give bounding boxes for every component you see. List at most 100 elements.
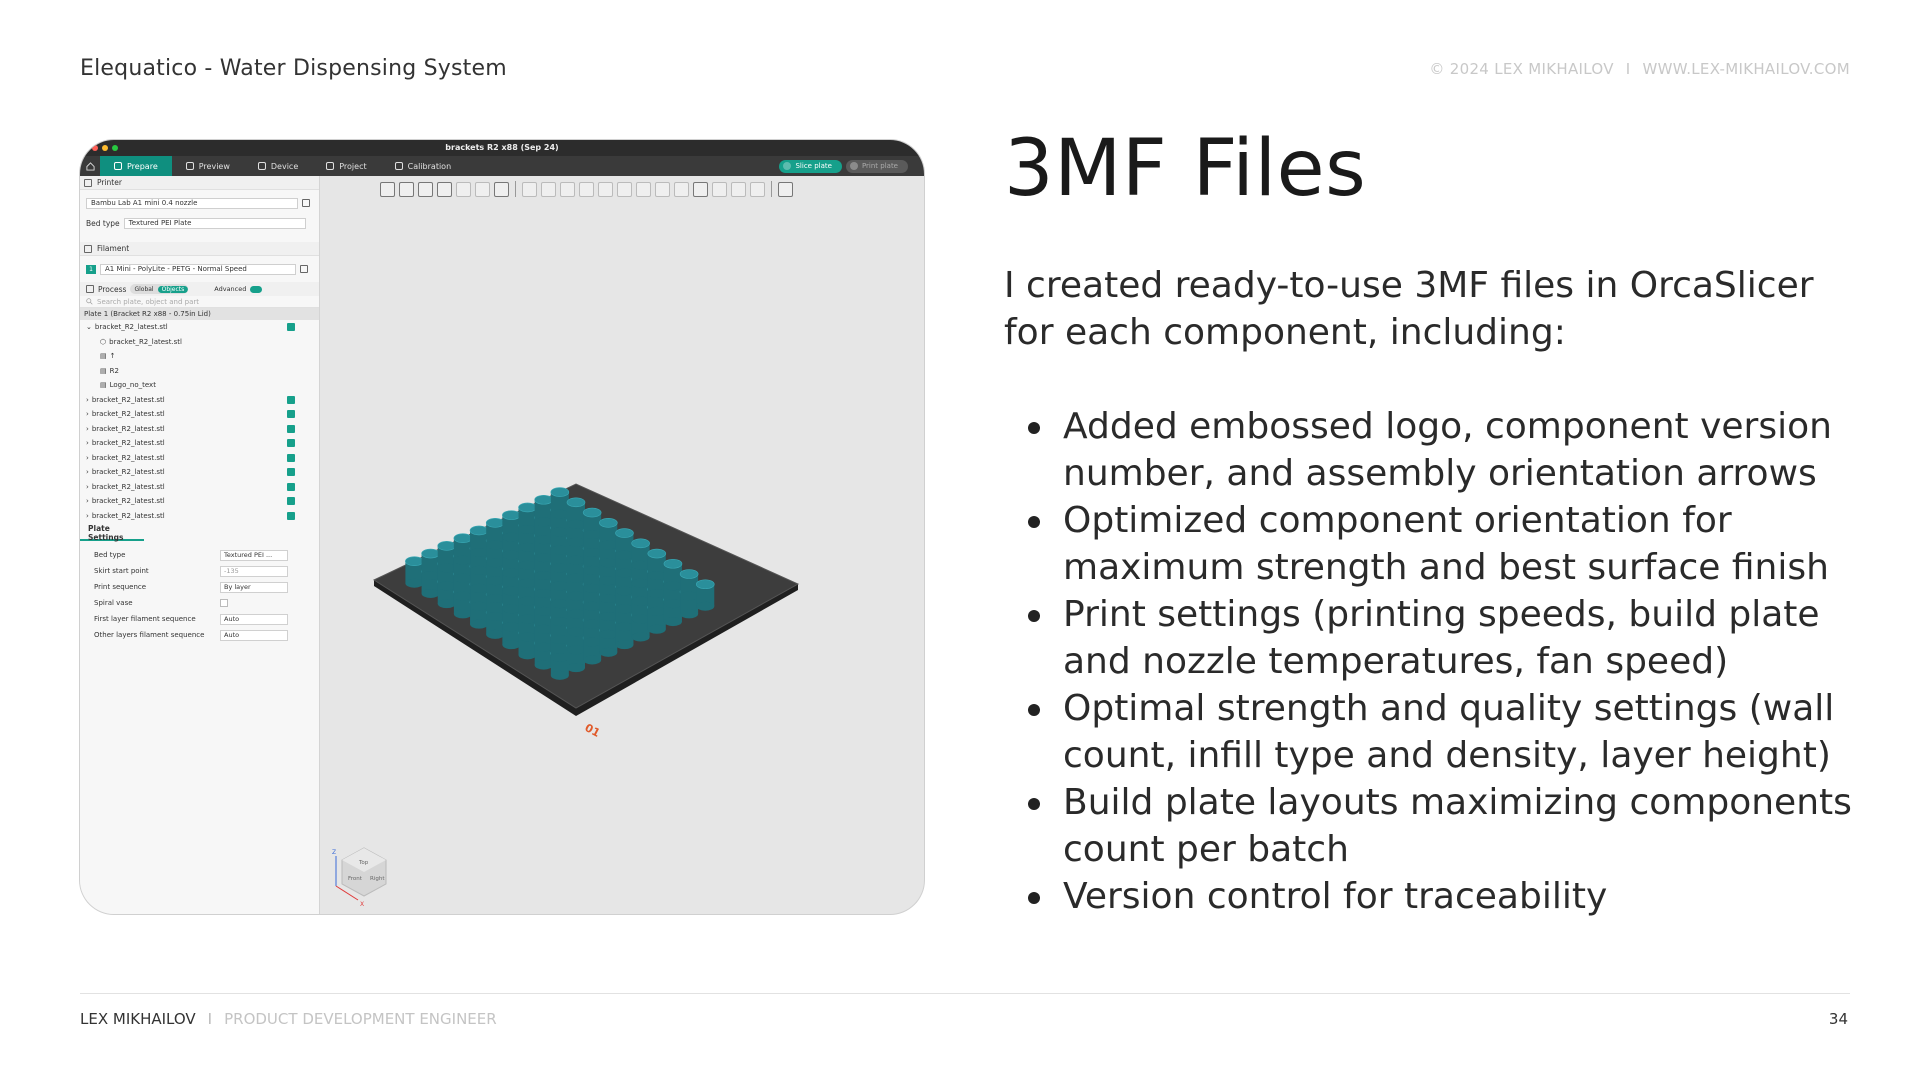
view-cube[interactable]: Top Front Right Z X (332, 847, 387, 908)
object-row[interactable]: › bracket_R2_latest.stl (80, 480, 319, 495)
chevron-right-icon[interactable]: › (86, 497, 89, 505)
measure-icon[interactable] (712, 181, 727, 197)
object-row[interactable]: ⌄ bracket_R2_latest.stl (80, 320, 319, 335)
object-row[interactable]: › bracket_R2_latest.stl (80, 393, 319, 408)
tab-project[interactable]: Project (312, 156, 380, 176)
add-cube-icon[interactable] (380, 181, 395, 197)
print-sequence-field[interactable]: By layer (220, 581, 288, 593)
object-checkbox[interactable] (287, 468, 295, 477)
part-base (518, 560, 537, 570)
3d-viewport[interactable]: 01 Top Front Right Z X (320, 176, 924, 914)
chevron-right-icon[interactable]: › (86, 512, 89, 520)
object-checkbox[interactable] (287, 453, 295, 462)
object-checkbox[interactable] (287, 410, 295, 419)
bed-type-select[interactable]: Textured PEI Plate (123, 217, 306, 229)
object-checkbox[interactable] (287, 395, 295, 404)
chevron-right-icon[interactable]: › (86, 439, 89, 447)
object-row[interactable]: › bracket_R2_latest.stl (80, 494, 319, 509)
first-layer-seq-field[interactable]: Auto (220, 613, 288, 625)
orient-icon[interactable] (418, 181, 433, 197)
move-icon[interactable] (522, 181, 537, 197)
object-row[interactable]: › bracket_R2_latest.stl (80, 422, 319, 437)
home-icon[interactable] (80, 161, 100, 171)
chevron-right-icon[interactable]: › (86, 425, 89, 433)
chevron-down-icon[interactable]: ⌄ (86, 323, 92, 331)
chevron-right-icon[interactable]: › (86, 396, 89, 404)
slice-plate-button[interactable]: Slice plate (779, 159, 842, 173)
emboss-icon[interactable] (750, 181, 765, 197)
object-row[interactable]: › bracket_R2_latest.stl (80, 465, 319, 480)
lay-on-face-icon[interactable] (579, 181, 594, 197)
tab-device[interactable]: Device (244, 156, 312, 176)
part-base (453, 609, 472, 619)
build-plate-scene[interactable]: 01 Top Front Right Z X (320, 176, 924, 914)
print-plate-button[interactable]: Print plate (845, 159, 908, 173)
chevron-down-icon[interactable] (783, 162, 792, 170)
fuzzy-skin-icon[interactable] (674, 181, 689, 197)
website-link[interactable]: WWW.LEX-MIKHAILOV.COM (1643, 60, 1850, 78)
plate-settings-tab[interactable]: Plate Settings (80, 524, 144, 542)
object-search[interactable]: Search plate, object and part (80, 296, 319, 308)
object-row[interactable]: › bracket_R2_latest.stl (80, 407, 319, 422)
object-row[interactable]: › bracket_R2_latest.stl (80, 509, 319, 524)
chevron-down-icon[interactable] (849, 162, 858, 170)
edit-icon[interactable] (300, 265, 308, 273)
close-window-icon[interactable] (92, 145, 98, 151)
cut-icon[interactable] (598, 181, 613, 197)
object-checkbox[interactable] (287, 497, 295, 506)
part-row[interactable]: ▤ ↑ (80, 349, 319, 364)
window-controls[interactable] (92, 145, 118, 151)
object-checkbox[interactable] (287, 424, 295, 433)
arrange-grid-icon[interactable] (399, 181, 414, 197)
object-row[interactable]: › bracket_R2_latest.stl (80, 451, 319, 466)
spiral-vase-checkbox[interactable] (220, 599, 228, 607)
bed-type-field[interactable]: Textured PEI ... (220, 549, 288, 561)
mesh-boolean-icon[interactable] (617, 181, 632, 197)
split-parts-icon[interactable] (475, 181, 490, 197)
tab-preview[interactable]: Preview (172, 156, 244, 176)
support-paint-icon[interactable] (636, 181, 651, 197)
filament-select[interactable]: A1 Mini - PolyLite - PETG - Normal Speed (100, 263, 296, 275)
seam-paint-icon[interactable] (655, 181, 670, 197)
rotate-icon[interactable] (541, 181, 556, 197)
part-row[interactable]: ▤ Logo_no_text (80, 378, 319, 393)
objects-option[interactable]: Objects (157, 285, 189, 293)
advanced-toggle[interactable] (250, 285, 263, 293)
chevron-right-icon[interactable]: › (86, 483, 89, 491)
object-checkbox[interactable] (287, 482, 295, 491)
view-mode-icon[interactable] (778, 181, 793, 197)
tab-prepare[interactable]: Prepare (100, 156, 172, 176)
part-row[interactable]: ⬡ bracket_R2_latest.stl (80, 335, 319, 350)
minimize-window-icon[interactable] (102, 145, 108, 151)
bracket-part (582, 507, 602, 540)
other-layers-seq-field[interactable]: Auto (220, 629, 288, 641)
part-base (550, 563, 569, 573)
edit-icon[interactable] (302, 199, 310, 207)
process-scope-toggle[interactable]: Global Objects (130, 284, 189, 294)
chevron-right-icon[interactable]: › (86, 410, 89, 418)
global-option[interactable]: Global (130, 286, 157, 293)
object-row[interactable]: › bracket_R2_latest.stl (80, 436, 319, 451)
object-checkbox[interactable] (287, 323, 295, 332)
filament-slot-badge[interactable]: 1 (86, 264, 96, 274)
zoom-window-icon[interactable] (112, 145, 118, 151)
assembly-icon[interactable] (731, 181, 746, 197)
part-base (615, 640, 634, 650)
chevron-right-icon[interactable]: › (86, 454, 89, 462)
object-checkbox[interactable] (287, 439, 295, 448)
object-name: bracket_R2_latest.stl (91, 439, 165, 448)
plate-icon[interactable] (437, 181, 452, 197)
text-tool-icon[interactable] (693, 181, 708, 197)
plate-tree-row[interactable]: Plate 1 (Bracket R2 x88 - 0.75in Lid) (80, 308, 319, 320)
object-checkbox[interactable] (287, 511, 295, 520)
split-objects-icon[interactable] (456, 181, 471, 197)
scale-icon[interactable] (560, 181, 575, 197)
printer-select[interactable]: Bambu Lab A1 mini 0.4 nozzle (86, 197, 298, 209)
chevron-right-icon[interactable]: › (86, 468, 89, 476)
part-top (518, 502, 537, 513)
layers-icon[interactable] (494, 181, 509, 197)
skirt-start-field[interactable]: -135 (220, 565, 288, 577)
tab-calibration[interactable]: Calibration (381, 156, 466, 176)
part-row[interactable]: ▤ R2 (80, 364, 319, 379)
part-top (615, 528, 634, 538)
